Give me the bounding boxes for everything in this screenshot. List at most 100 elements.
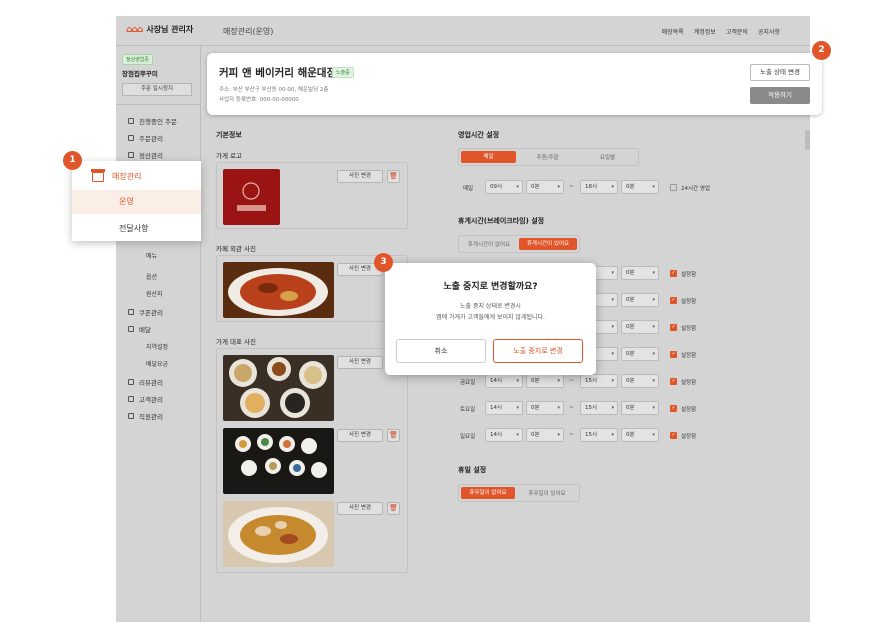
- nav-customer-inquiry[interactable]: 고객문의: [726, 27, 748, 36]
- settlement-icon: [128, 152, 134, 158]
- rep-photo-2-trash-icon[interactable]: 🗑: [387, 429, 400, 442]
- break-start-min-select[interactable]: 0분: [526, 401, 564, 415]
- delivery-icon: [128, 326, 134, 332]
- sidebar-sub-menu[interactable]: 메뉴: [146, 251, 157, 260]
- end-min-select[interactable]: 0분: [621, 180, 659, 194]
- logo-emblem-icon: [237, 182, 266, 211]
- break-end-min-select[interactable]: 0분: [621, 374, 659, 388]
- break-end-min-select[interactable]: 0분: [621, 347, 659, 361]
- allday-checkbox[interactable]: [670, 184, 677, 191]
- break-check-label: 설정함: [681, 299, 697, 305]
- sidebar-item-coupons[interactable]: 쿠폰관리: [128, 307, 163, 317]
- tab-no-break[interactable]: 휴게시간이 없어요: [461, 240, 517, 248]
- change-exposure-button[interactable]: 노출 상태 변경: [750, 64, 810, 81]
- tab-has-holiday[interactable]: 휴무일이 있어요: [517, 489, 577, 497]
- break-check-label: 설정함: [681, 407, 697, 413]
- logo-mark-icon: ⌂⌂⌂: [126, 24, 143, 35]
- store-banner: 커피 앤 베이커리 해운대점 노출중 주소: 부산 부산구 부산동 00-00,…: [207, 53, 822, 115]
- break-end-min-select[interactable]: 0분: [621, 401, 659, 415]
- break-start-hour-select[interactable]: 14시: [485, 401, 523, 415]
- rep-photo-panel: 사진 변경 사진 변경 🗑 사진 변경 🗑: [216, 348, 408, 573]
- status-badge: 정상영업중: [122, 54, 154, 65]
- cancel-button[interactable]: 취소: [396, 339, 486, 363]
- staff-icon: [128, 413, 134, 419]
- break-checkbox[interactable]: ✓: [670, 297, 677, 304]
- rep-photo-2-change-button[interactable]: 사진 변경: [337, 429, 383, 442]
- logo-trash-icon[interactable]: 🗑: [387, 170, 400, 183]
- sidebar-item-reviews[interactable]: 리뷰관리: [128, 377, 163, 387]
- logo-panel: 사진 변경 🗑: [216, 162, 408, 229]
- logo-photo-change-button[interactable]: 사진 변경: [337, 170, 383, 183]
- breaktime-tabs: 휴게시간이 없어요 휴게시간이 있어요: [458, 235, 580, 253]
- tab-has-break[interactable]: 휴게시간이 있어요: [519, 238, 577, 250]
- divider: [116, 104, 201, 105]
- scrollbar-thumb[interactable]: [805, 130, 810, 150]
- break-start-hour-select[interactable]: 14시: [485, 374, 523, 388]
- store-menu-popup: 매장관리 운영 전달사항: [72, 161, 201, 241]
- break-checkbox[interactable]: ✓: [670, 378, 677, 385]
- break-start-min-select[interactable]: 0분: [526, 374, 564, 388]
- break-end-hour-select[interactable]: 15시: [580, 374, 618, 388]
- nav-store-list[interactable]: 매장목록: [662, 27, 684, 36]
- store-logo-image: [223, 169, 280, 225]
- sidebar-item-active-orders[interactable]: 진행중인 주문: [128, 116, 177, 126]
- break-start-hour-select[interactable]: 14시: [485, 428, 523, 442]
- tab-no-holiday[interactable]: 휴무일이 없어요: [461, 487, 515, 499]
- break-end-min-select[interactable]: 0분: [621, 428, 659, 442]
- start-hour-select[interactable]: 09시: [485, 180, 523, 194]
- break-checkbox[interactable]: ✓: [670, 432, 677, 439]
- logo-text: 사장님 관리자: [146, 25, 194, 34]
- sidebar-item-label: 정산관리: [139, 152, 163, 160]
- receipt-icon: [128, 118, 134, 124]
- nav-notice[interactable]: 공지사항: [758, 27, 780, 36]
- break-checkbox[interactable]: ✓: [670, 324, 677, 331]
- break-checkbox[interactable]: ✓: [670, 270, 677, 277]
- break-checkbox[interactable]: ✓: [670, 351, 677, 358]
- sidebar-sub-origin[interactable]: 원산지: [146, 289, 163, 298]
- sidebar-item-staff[interactable]: 직원관리: [128, 411, 163, 421]
- break-end-min-select[interactable]: 0분: [621, 293, 659, 307]
- logo: ⌂⌂⌂ 사장님 관리자: [126, 24, 193, 35]
- end-hour-select[interactable]: 18시: [580, 180, 618, 194]
- menu-item-operation[interactable]: 운영: [72, 190, 201, 214]
- start-min-select[interactable]: 0분: [526, 180, 564, 194]
- food-photo-icon: [228, 268, 328, 316]
- tab-everyday[interactable]: 매일: [461, 151, 517, 163]
- sidebar-sub-delivery-fee[interactable]: 배달요금: [146, 359, 168, 368]
- sidebar-sub-region[interactable]: 지역설정: [146, 342, 168, 351]
- rep-photo-3-trash-icon[interactable]: 🗑: [387, 502, 400, 515]
- sidebar-item-label: 직원관리: [139, 413, 163, 421]
- sidebar-sub-option[interactable]: 옵션: [146, 272, 157, 281]
- sidebar-item-orders[interactable]: 주문관리: [128, 133, 163, 143]
- break-checkbox[interactable]: ✓: [670, 405, 677, 412]
- break-end-hour-select[interactable]: 15시: [580, 428, 618, 442]
- break-start-min-select[interactable]: 0분: [526, 428, 564, 442]
- food-photo-icon: [229, 357, 327, 418]
- basic-info-title: 기본정보: [216, 131, 242, 139]
- sidebar-item-delivery[interactable]: 배달: [128, 324, 151, 334]
- top-nav: 매장목록 계정정보 고객문의 공지사항: [662, 27, 780, 36]
- rep-photo-1-change-button[interactable]: 사진 변경: [337, 356, 383, 369]
- apply-button[interactable]: 적용하기: [750, 87, 810, 104]
- rep-photo-3-change-button[interactable]: 사진 변경: [337, 502, 383, 515]
- confirm-stop-exposure-button[interactable]: 노출 중지로 변경: [493, 339, 583, 363]
- break-end-hour-select[interactable]: 15시: [580, 401, 618, 415]
- break-end-min-select[interactable]: 0분: [621, 320, 659, 334]
- tab-by-day[interactable]: 요일별: [579, 153, 636, 161]
- logo-label: 가게 로고: [216, 152, 242, 160]
- confirm-modal: 노출 중지로 변경할까요? 노출 중지 상태로 변경시 앱에 가게가 고객들에게…: [385, 263, 596, 375]
- menu-popup-header[interactable]: 매장관리: [91, 168, 141, 182]
- sidebar-item-settlement[interactable]: 정산관리: [128, 150, 163, 160]
- break-end-min-select[interactable]: 0분: [621, 266, 659, 280]
- break-check-label: 설정함: [681, 353, 697, 359]
- rep-photo-1: [223, 355, 334, 421]
- tab-weekday-weekend[interactable]: 주중/주말: [518, 153, 577, 161]
- menu-item-notices[interactable]: 전달사항: [119, 223, 148, 234]
- break-check-label: 설정함: [681, 434, 697, 440]
- breaktime-title: 휴게시간(브레이크타임) 설정: [458, 217, 545, 225]
- tilde: ~: [569, 183, 575, 190]
- food-photo-icon: [228, 507, 328, 563]
- pause-order-button[interactable]: 주문 일시정지: [122, 83, 192, 96]
- sidebar-item-customers[interactable]: 고객관리: [128, 394, 163, 404]
- nav-account-info[interactable]: 계정정보: [694, 27, 716, 36]
